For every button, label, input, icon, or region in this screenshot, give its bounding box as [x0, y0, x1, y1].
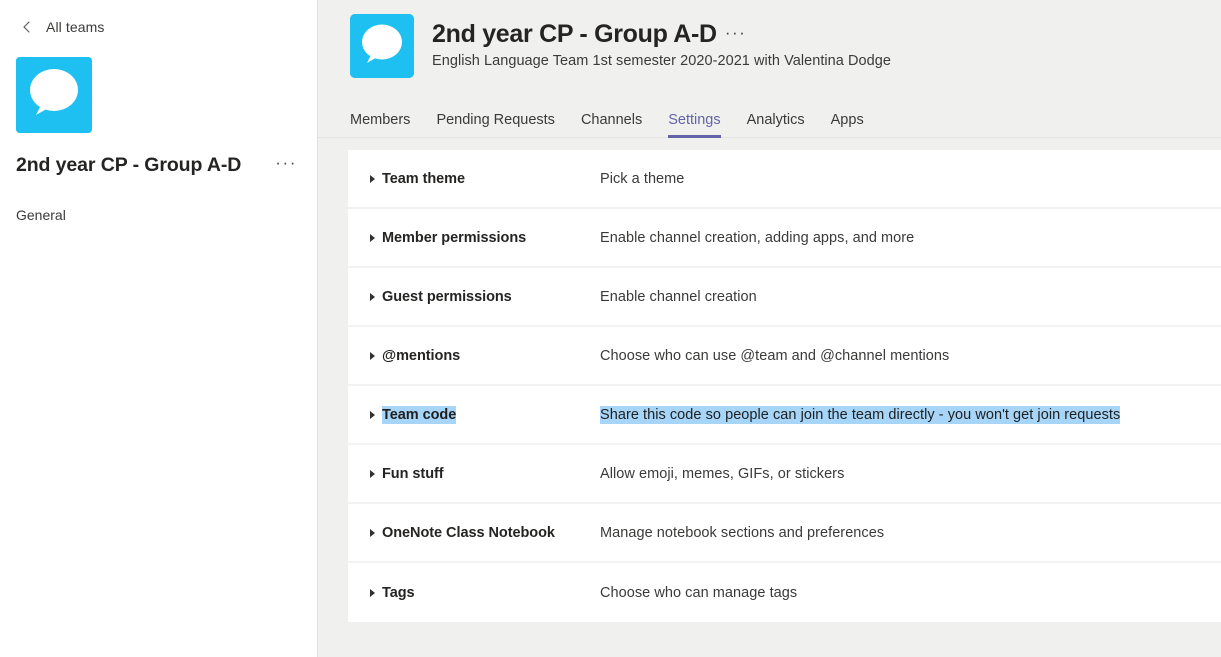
settings-row-fun-stuff[interactable]: Fun stuff Allow emoji, memes, GIFs, or s… [348, 445, 1221, 504]
settings-row-description: Allow emoji, memes, GIFs, or stickers [600, 465, 845, 482]
tab-channels[interactable]: Channels [581, 112, 642, 137]
team-avatar-sidebar [16, 57, 92, 133]
team-header: 2nd year CP - Group A-D ··· English Lang… [318, 0, 1221, 78]
sidebar-team-name-row: 2nd year CP - Group A-D ··· [16, 152, 303, 178]
expand-triangle-icon[interactable] [348, 351, 382, 360]
tab-label: Members [350, 112, 411, 128]
team-avatar-header [350, 14, 414, 78]
settings-row-tags[interactable]: Tags Choose who can manage tags [348, 563, 1221, 622]
tab-settings[interactable]: Settings [668, 112, 722, 138]
team-header-text: 2nd year CP - Group A-D ··· English Lang… [414, 14, 891, 69]
expand-triangle-icon[interactable] [348, 233, 382, 242]
channel-item-label: General [16, 207, 66, 223]
settings-row-label: Team code [382, 405, 600, 424]
all-teams-label: All teams [46, 19, 105, 35]
tab-pending-requests[interactable]: Pending Requests [436, 112, 555, 137]
main-content: 2nd year CP - Group A-D ··· English Lang… [318, 0, 1221, 657]
sidebar-team-name: 2nd year CP - Group A-D [16, 153, 242, 176]
settings-row-label: Member permissions [382, 229, 527, 246]
team-more-options-button[interactable]: ··· [725, 23, 746, 43]
chevron-left-icon [20, 20, 34, 34]
tab-members[interactable]: Members [350, 112, 410, 137]
settings-row-description: Manage notebook sections and preferences [600, 524, 885, 541]
settings-row-description: Enable channel creation, adding apps, an… [600, 229, 915, 246]
tab-label: Settings [668, 112, 721, 128]
tab-label: Analytics [746, 112, 805, 128]
channel-item-general[interactable]: General [0, 203, 317, 227]
settings-row-label: Guest permissions [382, 288, 512, 305]
page-title: 2nd year CP - Group A-D [432, 20, 717, 48]
teams-app-window: All teams 2nd year CP - Group A-D ··· Ge… [0, 0, 1221, 657]
settings-row-label: Tags [382, 584, 415, 601]
tab-apps[interactable]: Apps [831, 112, 864, 137]
expand-triangle-icon[interactable] [348, 174, 382, 183]
settings-row-label: Team theme [382, 170, 466, 187]
settings-row-description: Pick a theme [600, 170, 685, 187]
settings-row-guest-permissions[interactable]: Guest permissions Enable channel creatio… [348, 268, 1221, 327]
sidebar-more-options-button[interactable]: ··· [269, 152, 303, 178]
settings-row-description: Choose who can use @team and @channel me… [600, 347, 950, 364]
settings-row-label: Fun stuff [382, 465, 444, 482]
expand-triangle-icon[interactable] [348, 528, 382, 537]
selected-text: Share this code so people can join the t… [600, 405, 1121, 424]
settings-row-description: Share this code so people can join the t… [600, 405, 1121, 424]
expand-triangle-icon[interactable] [348, 410, 382, 419]
channel-list: General [0, 203, 317, 227]
expand-triangle-icon[interactable] [348, 292, 382, 301]
team-title-line: 2nd year CP - Group A-D ··· [432, 18, 891, 50]
selected-text: Team code [382, 405, 457, 424]
settings-row-label: OneNote Class Notebook [382, 524, 555, 541]
team-subtitle: English Language Team 1st semester 2020-… [432, 53, 891, 69]
settings-row-team-code[interactable]: Team code Share this code so people can … [348, 386, 1221, 445]
settings-list: Team theme Pick a theme Member permissio… [348, 150, 1221, 622]
team-tabs: Members Pending Requests Channels Settin… [318, 106, 1221, 138]
settings-row-description: Enable channel creation [600, 288, 757, 305]
expand-triangle-icon[interactable] [348, 588, 382, 597]
settings-row-description: Choose who can manage tags [600, 584, 798, 601]
settings-row-team-theme[interactable]: Team theme Pick a theme [348, 150, 1221, 209]
settings-row-label: @mentions [382, 347, 461, 364]
tab-label: Pending Requests [436, 112, 555, 128]
team-sidebar: All teams 2nd year CP - Group A-D ··· Ge… [0, 0, 318, 657]
tab-analytics[interactable]: Analytics [747, 112, 805, 137]
settings-row-mentions[interactable]: @mentions Choose who can use @team and @… [348, 327, 1221, 386]
tab-label: Channels [580, 112, 643, 128]
settings-row-onenote-class-notebook[interactable]: OneNote Class Notebook Manage notebook s… [348, 504, 1221, 563]
tab-label: Apps [830, 112, 864, 128]
settings-row-member-permissions[interactable]: Member permissions Enable channel creati… [348, 209, 1221, 268]
expand-triangle-icon[interactable] [348, 469, 382, 478]
all-teams-back-button[interactable]: All teams [0, 0, 317, 35]
